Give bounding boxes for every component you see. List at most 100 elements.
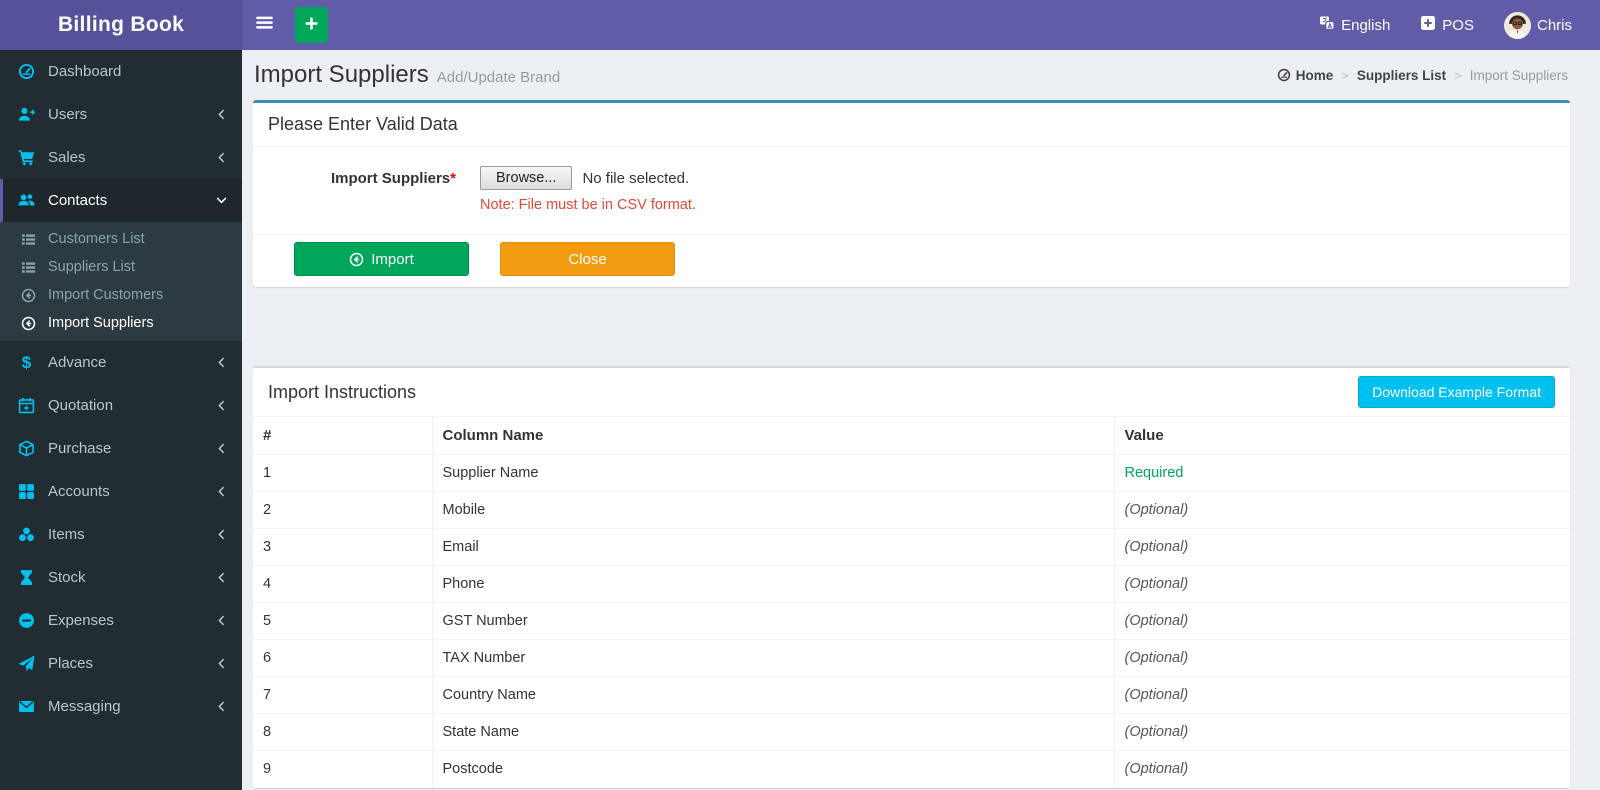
table-row: 2 Mobile (Optional) <box>253 491 1570 529</box>
sidebar-item-expenses[interactable]: Expenses <box>0 599 242 642</box>
sidebar-item-advance[interactable]: $ Advance <box>0 341 242 384</box>
table-row: 4 Phone (Optional) <box>253 565 1570 603</box>
sidebar-subitem-import-suppliers[interactable]: Import Suppliers <box>0 309 242 337</box>
form-card-header: Please Enter Valid Data <box>253 103 1570 147</box>
sidebar-item-label: Expenses <box>48 612 114 629</box>
calendar-plus-icon <box>16 397 37 414</box>
sidebar-subitem-label: Import Suppliers <box>48 315 154 331</box>
chevron-left-icon <box>215 356 228 369</box>
sidebar-toggle-button[interactable] <box>242 0 286 50</box>
import-instructions-card: Import Instructions Download Example For… <box>253 366 1570 788</box>
csv-format-note: Note: File must be in CSV format. <box>480 197 696 213</box>
row-column-name: Mobile <box>432 491 1115 529</box>
sidebar-item-places[interactable]: Places <box>0 642 242 685</box>
close-button[interactable]: Close <box>500 242 675 276</box>
table-row: 7 Country Name (Optional) <box>253 676 1570 714</box>
sidebar-subitem-label: Import Customers <box>48 287 164 303</box>
row-number: 4 <box>253 565 433 603</box>
table-row: 5 GST Number (Optional) <box>253 602 1570 640</box>
form-card-body: Import Suppliers* Browse... No file sele… <box>253 147 1570 287</box>
sidebar-item-purchase[interactable]: Purchase <box>0 427 242 470</box>
sidebar-item-messaging[interactable]: Messaging <box>0 685 242 728</box>
dashboard-icon <box>1277 68 1291 82</box>
hourglass-icon <box>16 569 37 586</box>
row-value: (Optional) <box>1114 639 1570 677</box>
chevron-left-icon <box>215 485 228 498</box>
file-status-text: No file selected. <box>582 169 690 187</box>
form-actions: Import Close <box>253 235 1570 287</box>
import-arrow-icon <box>349 252 364 267</box>
download-example-button[interactable]: Download Example Format <box>1358 376 1555 408</box>
sidebar-item-label: Purchase <box>48 440 112 457</box>
breadcrumb-item-home[interactable]: Home <box>1277 68 1333 83</box>
row-number: 9 <box>253 750 433 788</box>
sidebar-item-sales[interactable]: Sales <box>0 136 242 179</box>
chevron-left-icon <box>215 108 228 121</box>
row-number: 3 <box>253 528 433 566</box>
page-title-text: Import Suppliers <box>254 61 429 88</box>
row-number: 7 <box>253 676 433 714</box>
sidebar-item-items[interactable]: Items <box>0 513 242 556</box>
sidebar-subitem-customers-list[interactable]: Customers List <box>0 225 242 253</box>
sidebar-item-accounts[interactable]: Accounts <box>0 470 242 513</box>
chevron-left-icon <box>215 657 228 670</box>
list-icon <box>21 232 38 247</box>
sidebar-item-quotation[interactable]: Quotation <box>0 384 242 427</box>
app-title: Billing Book <box>57 13 185 36</box>
quick-add-button[interactable] <box>295 7 328 43</box>
content-header: Import Suppliers Add/Update Brand Home > Su… <box>253 50 1570 100</box>
sidebar-item-contacts[interactable]: Contacts <box>0 179 242 222</box>
arrow-circle-left-icon <box>21 288 38 303</box>
chevron-left-icon <box>215 528 228 541</box>
breadcrumb-separator: > <box>1341 67 1349 83</box>
table-row: 6 TAX Number (Optional) <box>253 639 1570 677</box>
language-menu[interactable]: English <box>1319 15 1390 35</box>
row-value: (Optional) <box>1114 750 1570 788</box>
sidebar-subitem-import-customers[interactable]: Import Customers <box>0 281 242 309</box>
row-value: (Optional) <box>1114 602 1570 640</box>
row-value: (Optional) <box>1114 491 1570 529</box>
row-column-name: Phone <box>432 565 1115 603</box>
user-name: Chris <box>1536 16 1572 34</box>
sidebar-item-stock[interactable]: Stock <box>0 556 242 599</box>
breadcrumb-item-import-suppliers: Import Suppliers <box>1469 67 1568 83</box>
cart-icon <box>16 149 37 166</box>
row-value: (Optional) <box>1114 565 1570 603</box>
dollar-icon: $ <box>21 353 32 372</box>
import-form-card: Please Enter Valid Data Import Suppliers… <box>253 100 1570 287</box>
pos-label: POS <box>1442 16 1474 34</box>
row-column-name: Email <box>432 528 1115 566</box>
sidebar-item-label: Accounts <box>48 483 110 500</box>
sidebar: Dashboard Users Sales Contacts Customers Lis… <box>0 50 242 790</box>
cubes-icon <box>16 526 37 543</box>
user-plus-icon <box>16 106 37 123</box>
instructions-header: Import Instructions Download Example For… <box>253 368 1570 417</box>
page-subtitle: Add/Update Brand <box>436 69 561 86</box>
table-header-value: Value <box>1114 417 1570 455</box>
row-value: (Optional) <box>1114 713 1570 751</box>
required-asterisk: * <box>450 170 456 187</box>
paper-plane-icon <box>16 655 37 672</box>
sidebar-item-label: Dashboard <box>48 63 122 80</box>
user-menu[interactable]: Chris <box>1503 11 1572 39</box>
chevron-left-icon <box>215 700 228 713</box>
browse-button[interactable]: Browse... <box>480 166 573 190</box>
sidebar-item-dashboard[interactable]: Dashboard <box>0 50 242 93</box>
table-header-: # <box>253 417 433 455</box>
row-number: 5 <box>253 602 433 640</box>
sidebar-subitem-suppliers-list[interactable]: Suppliers List <box>0 253 242 281</box>
sidebar-item-label: Sales <box>48 149 86 166</box>
sidebar-item-users[interactable]: Users <box>0 93 242 136</box>
import-button[interactable]: Import <box>294 242 469 276</box>
minus-circle-icon <box>16 612 37 629</box>
sidebar-submenu-contacts: Customers List Suppliers List Import Custo… <box>0 222 242 341</box>
pos-button[interactable]: POS <box>1420 15 1474 35</box>
app-logo[interactable]: Billing Book <box>0 0 242 50</box>
breadcrumb-item-suppliers-list[interactable]: Suppliers List <box>1357 68 1446 83</box>
file-field-label: Import Suppliers* <box>330 170 456 187</box>
envelope-icon <box>16 698 37 715</box>
row-column-name: Supplier Name <box>432 454 1115 492</box>
sidebar-item-label: Stock <box>48 569 86 586</box>
language-label: English <box>1341 16 1391 34</box>
sidebar-item-label: Contacts <box>48 192 108 209</box>
